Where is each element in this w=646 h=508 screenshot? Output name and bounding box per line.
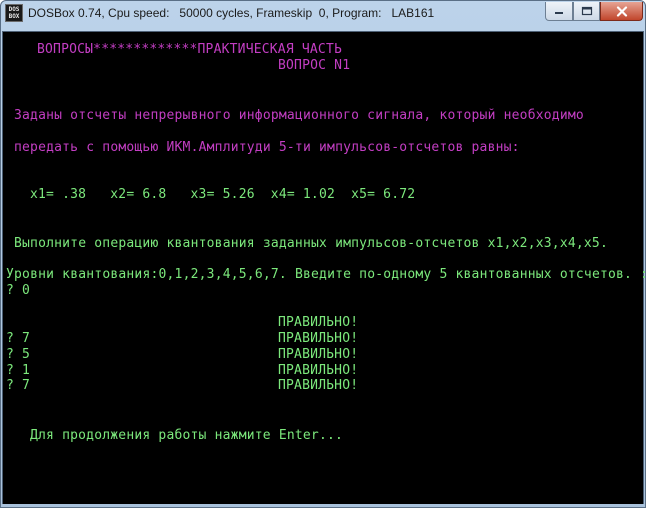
header-title: ВОПРОСЫ*************ПРАКТИЧЕСКАЯ ЧАСТЬ [37, 42, 343, 57]
instruction-text: Выполните операцию квантования заданных … [14, 236, 608, 251]
dosbox-app-icon[interactable]: DOS BOX [5, 4, 23, 22]
question-number: ВОПРОС N1 [278, 58, 351, 73]
answer-input: ? 1 [6, 363, 31, 378]
task-text-line1: Заданы отсчеты непрерывного информационн… [14, 108, 584, 123]
answer-result: ПРАВИЛЬНО! [278, 347, 359, 362]
answer-result: ПРАВИЛЬНО! [278, 315, 359, 330]
app-icon-text-bottom: BOX [8, 13, 20, 20]
minimize-button[interactable] [545, 2, 573, 21]
maximize-button[interactable] [573, 2, 600, 21]
answer-input: ? 5 [6, 347, 31, 362]
close-icon [616, 5, 627, 17]
answer-input: ? 7 [6, 378, 31, 393]
answer-result: ПРАВИЛЬНО! [278, 331, 359, 346]
answer-result: ПРАВИЛЬНО! [278, 363, 359, 378]
minimize-icon [555, 12, 563, 14]
continue-prompt: Для продолжения работы нажмите Enter... [30, 428, 344, 443]
window-title: DOSBox 0.74, Cpu speed: 50000 cycles, Fr… [28, 6, 435, 20]
answer-input: ? 7 [6, 331, 31, 346]
close-button[interactable] [600, 2, 643, 21]
title-bar[interactable]: DOS BOX DOSBox 0.74, Cpu speed: 50000 cy… [1, 1, 645, 27]
dosbox-window: DOS BOX DOSBox 0.74, Cpu speed: 50000 cy… [0, 0, 646, 508]
answer-input: ? 0 [6, 283, 31, 298]
dos-screen[interactable]: ВОПРОСЫ*************ПРАКТИЧЕСКАЯ ЧАСТЬ В… [2, 31, 646, 504]
app-icon-text-top: DOS [8, 6, 20, 13]
task-text-line2: передать с помощью ИКМ.Амплитуди 5-ти им… [14, 140, 520, 155]
quantization-levels-prompt: Уровни квантования:0,1,2,3,4,5,6,7. Введ… [6, 267, 646, 282]
sample-values: x1= .38 x2= 6.8 x3= 5.26 x4= 1.02 x5= 6.… [30, 187, 416, 202]
answer-result: ПРАВИЛЬНО! [278, 378, 359, 393]
maximize-icon [581, 6, 592, 16]
